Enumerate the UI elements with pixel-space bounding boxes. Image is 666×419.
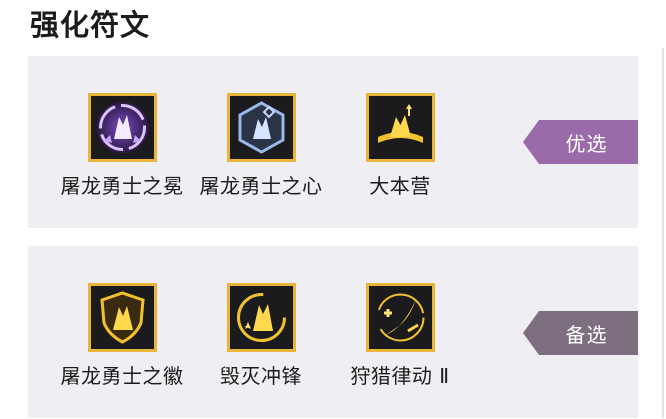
rune-card[interactable]: 屠龙勇士之徽 — [52, 283, 192, 389]
rune-name: 屠龙勇士之心 — [199, 174, 323, 198]
priority-tag: 备选 — [523, 311, 638, 355]
scrollbar-track — [662, 48, 664, 418]
rune-card[interactable]: 屠龙勇士之心 — [191, 93, 331, 199]
rune-frame — [365, 93, 435, 162]
rune-card[interactable]: 屠龙勇士之冕 — [52, 93, 192, 199]
dragon-slayer-emblem-icon — [99, 291, 145, 344]
rune-name: 屠龙勇士之冕 — [60, 174, 184, 198]
rune-frame — [365, 283, 435, 352]
rune-card[interactable]: 毁灭冲锋 — [191, 283, 331, 389]
base-camp-icon — [377, 104, 423, 143]
rune-section-backup: 屠龙勇士之徽 毁灭冲锋 狩猎律动 Ⅱ 备选 — [28, 246, 638, 418]
rune-name: 大本营 — [369, 174, 431, 198]
rune-name: 毁灭冲锋 — [220, 364, 302, 388]
rune-name: 屠龙勇士之徽 — [60, 364, 184, 388]
rune-frame — [87, 93, 157, 162]
page-title: 强化符文 — [30, 8, 151, 42]
dragon-slayer-heart-icon — [238, 101, 284, 154]
priority-tag: 优选 — [523, 120, 638, 164]
rune-section-primary: 屠龙勇士之冕 屠龙勇士之心 大本营 优选 — [28, 56, 638, 228]
rune-card[interactable]: 狩猎律动 Ⅱ — [330, 283, 470, 389]
rune-frame — [226, 93, 296, 162]
rune-card[interactable]: 大本营 — [330, 93, 470, 199]
hunting-rhythm-icon — [376, 293, 424, 342]
destruction-charge-icon — [236, 293, 286, 342]
rune-name: 狩猎律动 Ⅱ — [350, 364, 450, 388]
rune-frame — [87, 283, 157, 352]
dragon-slayer-crown-icon — [96, 101, 148, 154]
rune-frame — [226, 283, 296, 352]
